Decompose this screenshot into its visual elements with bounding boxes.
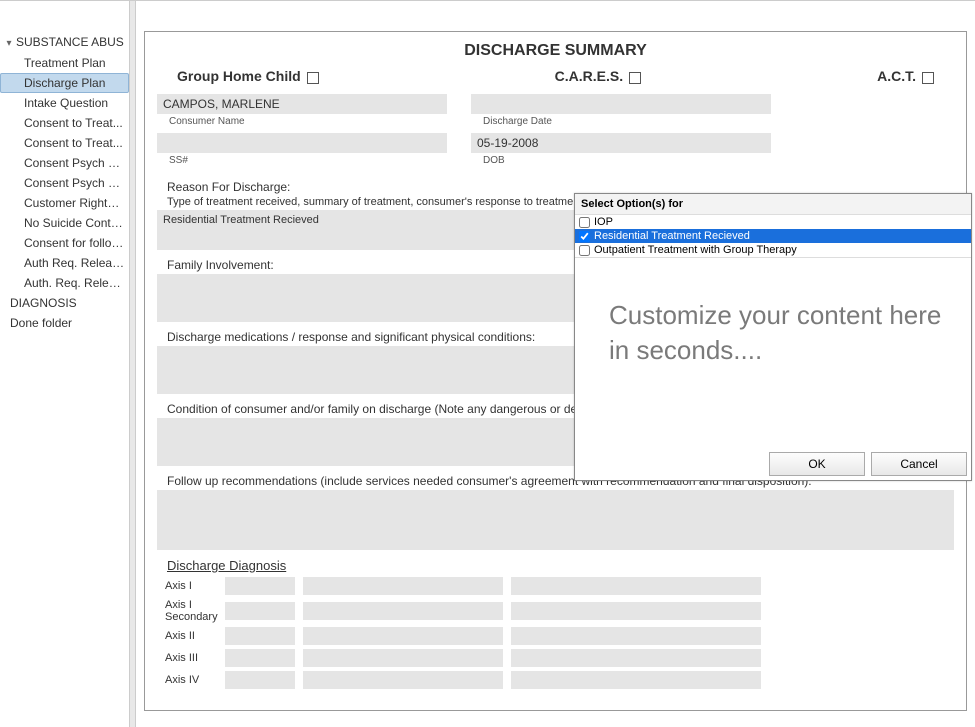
diagnosis-row: Axis II <box>157 627 954 645</box>
page-title: DISCHARGE SUMMARY <box>157 42 954 60</box>
dialog-option-checkbox[interactable] <box>579 231 590 242</box>
diagnosis-field[interactable] <box>225 602 295 620</box>
diagnosis-field[interactable] <box>511 602 761 620</box>
diagnosis-field[interactable] <box>303 649 503 667</box>
dialog-option-label: Outpatient Treatment with Group Therapy <box>594 244 797 256</box>
act-checkbox[interactable] <box>922 72 934 84</box>
diagnosis-field[interactable] <box>303 602 503 620</box>
sidebar-item[interactable]: Customer Rights (... <box>0 193 129 213</box>
group-home-label: Group Home Child <box>177 68 301 84</box>
sidebar-item-done-folder[interactable]: Done folder <box>0 313 129 333</box>
diagnosis-axis-label: Axis III <box>157 652 217 664</box>
select-options-dialog: Select Option(s) for IOP Residential Trea… <box>574 193 972 481</box>
diagnosis-row: Axis IV <box>157 671 954 689</box>
diagnosis-field[interactable] <box>303 627 503 645</box>
diagnosis-field[interactable] <box>303 577 503 595</box>
diagnosis-field[interactable] <box>511 649 761 667</box>
sidebar-item[interactable]: Consent to Treat... <box>0 133 129 153</box>
diagnosis-field[interactable] <box>225 577 295 595</box>
tree-root-label: SUBSTANCE ABUS <box>16 35 124 49</box>
sidebar-item[interactable]: Consent for follow... <box>0 233 129 253</box>
diagnosis-field[interactable] <box>225 627 295 645</box>
sidebar-item[interactable]: Discharge Plan <box>0 73 129 93</box>
sidebar-item[interactable]: Consent Psych M... <box>0 153 129 173</box>
ok-button[interactable]: OK <box>769 452 865 476</box>
diagnosis-axis-label: Axis IV <box>157 674 217 686</box>
consumer-name-label: Consumer Name <box>157 114 447 133</box>
dialog-option[interactable]: IOP <box>575 215 971 229</box>
dialog-option[interactable]: Residential Treatment Recieved <box>575 229 971 243</box>
diagnosis-row: Axis I <box>157 577 954 595</box>
sidebar-item[interactable]: No Suicide Contract <box>0 213 129 233</box>
dialog-button-row: OK Cancel <box>575 448 971 480</box>
sidebar-item[interactable]: Consent to Treat... <box>0 113 129 133</box>
dialog-option-list: IOP Residential Treatment Recieved Outpati… <box>575 215 971 258</box>
sidebar-item[interactable]: Consent Psych M... <box>0 173 129 193</box>
dialog-body: Customize your content here in seconds..… <box>575 258 971 448</box>
cancel-button[interactable]: Cancel <box>871 452 967 476</box>
consumer-name-field[interactable]: CAMPOS, MARLENE <box>157 94 447 114</box>
sidebar-item[interactable]: Intake Question <box>0 93 129 113</box>
diagnosis-field[interactable] <box>225 649 295 667</box>
diagnosis-row: Axis I Secondary <box>157 599 954 623</box>
discharge-date-label: Discharge Date <box>471 114 771 133</box>
ss-field[interactable] <box>157 133 447 153</box>
diagnosis-head: Discharge Diagnosis <box>157 556 954 577</box>
dialog-option-checkbox[interactable] <box>579 217 590 228</box>
diagnosis-axis-label: Axis II <box>157 630 217 642</box>
sidebar: ▾SUBSTANCE ABUS Treatment PlanDischarge … <box>0 1 130 727</box>
dialog-title: Select Option(s) for <box>575 194 971 215</box>
diagnosis-row: Axis III <box>157 649 954 667</box>
cares-label: C.A.R.E.S. <box>555 68 623 84</box>
followup-textarea[interactable] <box>157 490 954 550</box>
dialog-option[interactable]: Outpatient Treatment with Group Therapy <box>575 243 971 257</box>
sidebar-item[interactable]: Auth. Req. Relea... <box>0 273 129 293</box>
tree-collapse-icon[interactable]: ▾ <box>4 38 14 49</box>
dialog-body-text: Customize your content here in seconds..… <box>609 298 951 368</box>
check-row: Group Home Child C.A.R.E.S. A.C.T. <box>157 68 954 84</box>
dob-field[interactable]: 05-19-2008 <box>471 133 771 153</box>
diagnosis-field[interactable] <box>511 671 761 689</box>
tree-root[interactable]: ▾SUBSTANCE ABUS <box>0 31 129 53</box>
dialog-option-label: Residential Treatment Recieved <box>594 230 750 242</box>
diagnosis-axis-label: Axis I <box>157 580 217 592</box>
group-home-checkbox[interactable] <box>307 72 319 84</box>
discharge-date-field[interactable] <box>471 94 771 114</box>
sidebar-item[interactable]: Treatment Plan <box>0 53 129 73</box>
diagnosis-field[interactable] <box>511 577 761 595</box>
cares-checkbox[interactable] <box>629 72 641 84</box>
dob-label: DOB <box>471 153 771 172</box>
sidebar-item-diagnosis[interactable]: DIAGNOSIS <box>0 293 129 313</box>
dialog-option-label: IOP <box>594 216 613 228</box>
diagnosis-field[interactable] <box>225 671 295 689</box>
ss-label: SS# <box>157 153 447 172</box>
diagnosis-field[interactable] <box>511 627 761 645</box>
sidebar-item[interactable]: Auth Req. Releas... <box>0 253 129 273</box>
diagnosis-field[interactable] <box>303 671 503 689</box>
dialog-option-checkbox[interactable] <box>579 245 590 256</box>
act-label: A.C.T. <box>877 68 916 84</box>
diagnosis-axis-label: Axis I Secondary <box>157 599 217 623</box>
